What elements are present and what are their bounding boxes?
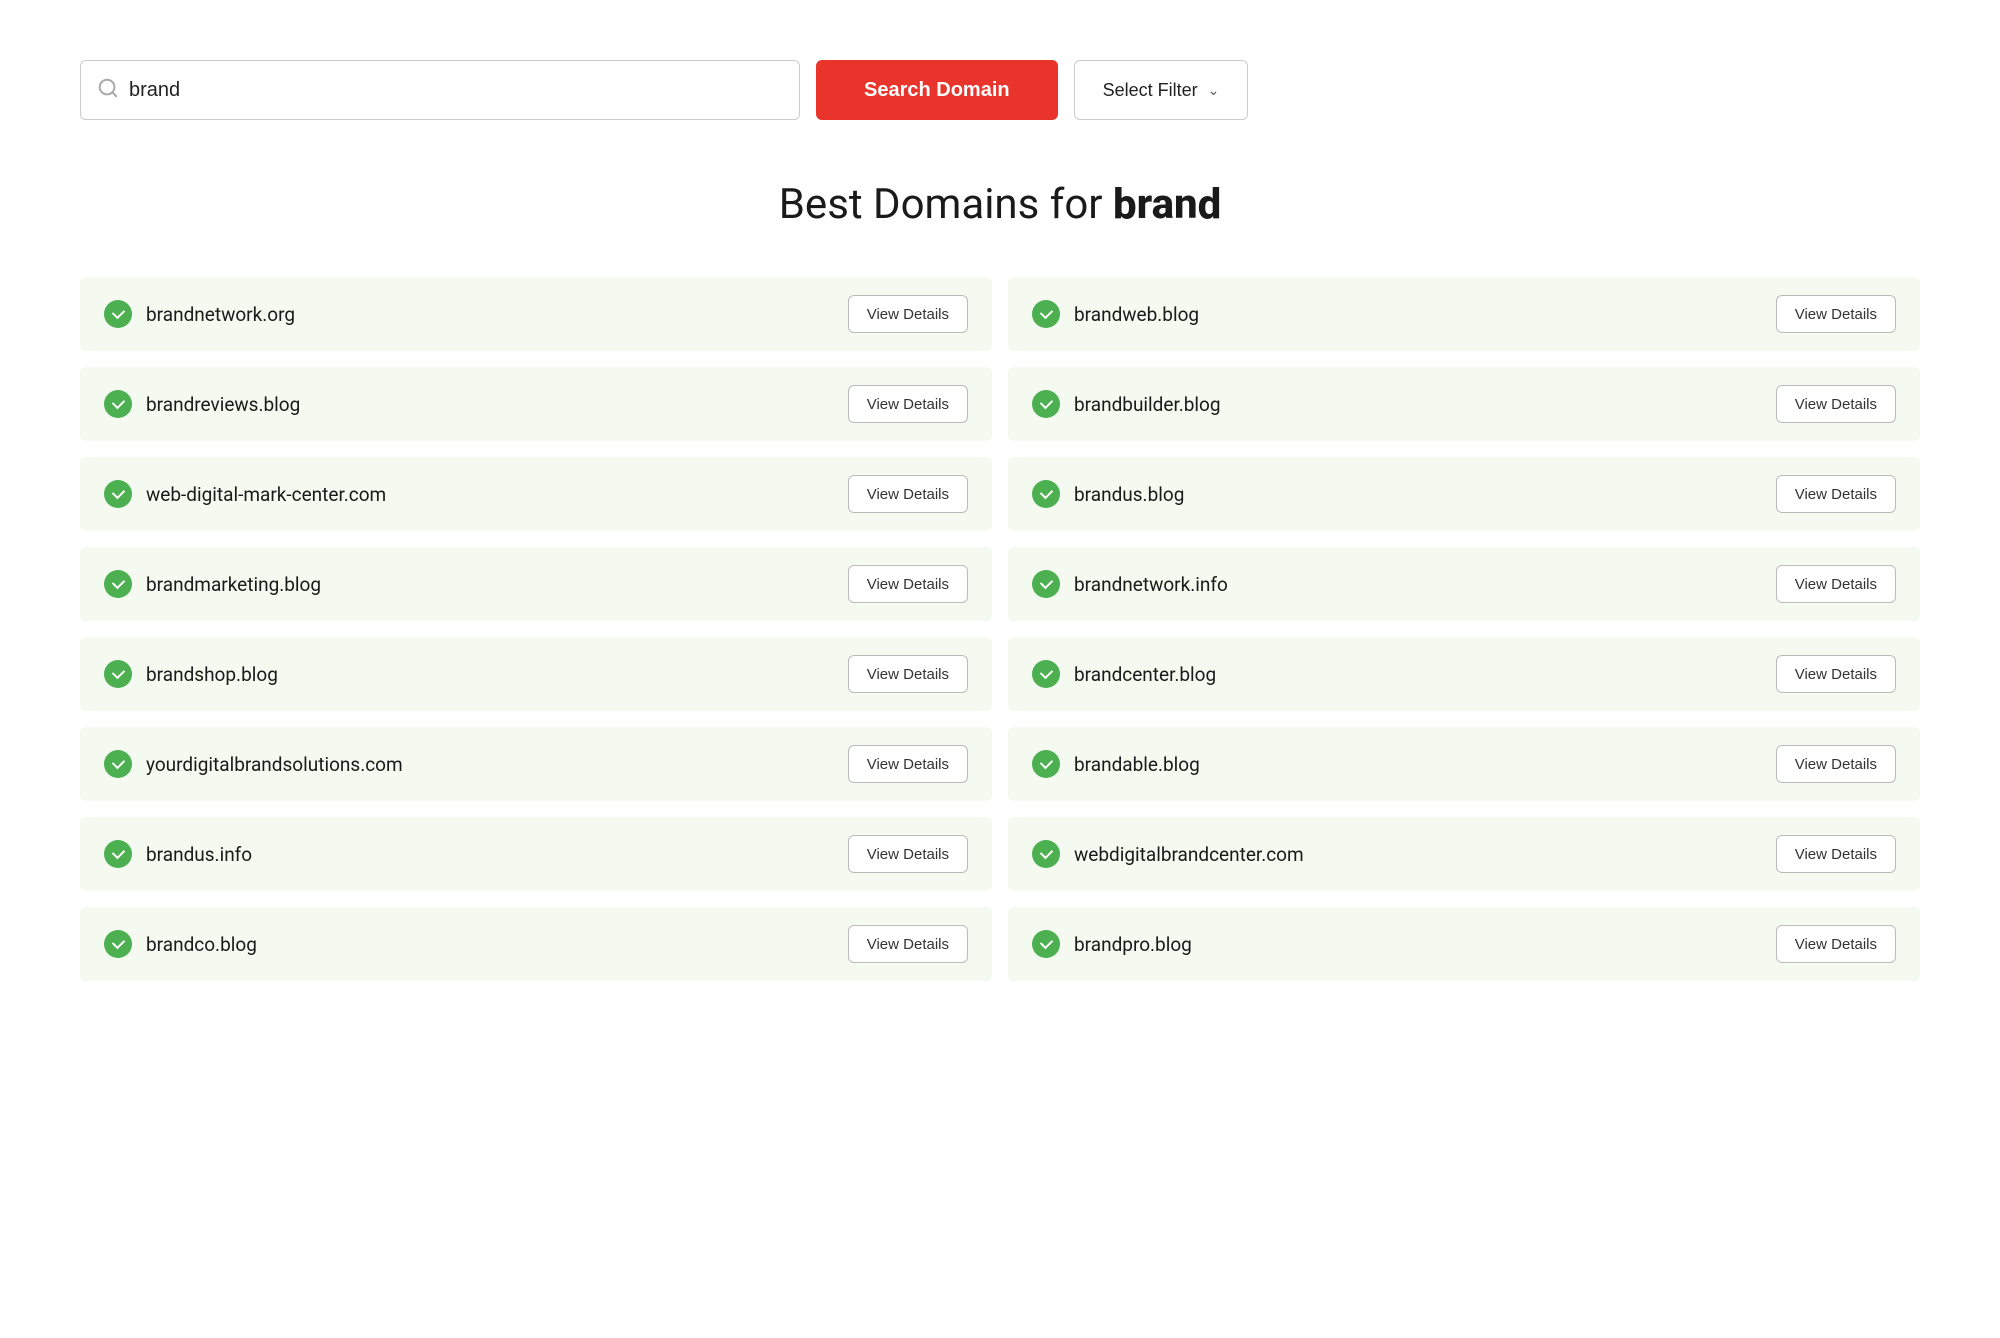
domain-left: brandshop.blog: [104, 660, 278, 688]
domain-row: brandbuilder.blog View Details: [1008, 367, 1920, 441]
domain-row: brandus.blog View Details: [1008, 457, 1920, 531]
domain-name: brandbuilder.blog: [1074, 393, 1221, 416]
search-icon: [97, 77, 119, 103]
domain-left: web-digital-mark-center.com: [104, 480, 386, 508]
view-details-button[interactable]: View Details: [848, 565, 968, 603]
domain-name: brandweb.blog: [1074, 303, 1199, 326]
available-icon: [104, 480, 132, 508]
view-details-button[interactable]: View Details: [1776, 385, 1896, 423]
available-icon: [1032, 480, 1060, 508]
domain-left: brandable.blog: [1032, 750, 1200, 778]
domain-name: web-digital-mark-center.com: [146, 483, 386, 506]
domain-name: brandcenter.blog: [1074, 663, 1216, 686]
view-details-button[interactable]: View Details: [1776, 295, 1896, 333]
available-icon: [1032, 570, 1060, 598]
domain-name: brandco.blog: [146, 933, 257, 956]
select-filter-button[interactable]: Select Filter ⌄: [1074, 60, 1249, 120]
available-icon: [104, 570, 132, 598]
search-input-wrapper: [80, 60, 800, 120]
domain-row: yourdigitalbrandsolutions.com View Detail…: [80, 727, 992, 801]
view-details-button[interactable]: View Details: [1776, 565, 1896, 603]
domain-row: brandreviews.blog View Details: [80, 367, 992, 441]
available-icon: [104, 930, 132, 958]
domain-name: brandshop.blog: [146, 663, 278, 686]
domain-left: webdigitalbrandcenter.com: [1032, 840, 1304, 868]
view-details-button[interactable]: View Details: [848, 835, 968, 873]
domain-left: brandreviews.blog: [104, 390, 300, 418]
domain-left: brandus.blog: [1032, 480, 1184, 508]
domain-row: brandus.info View Details: [80, 817, 992, 891]
domain-name: yourdigitalbrandsolutions.com: [146, 753, 403, 776]
domain-name: brandpro.blog: [1074, 933, 1192, 956]
view-details-button[interactable]: View Details: [848, 295, 968, 333]
domain-row: brandcenter.blog View Details: [1008, 637, 1920, 711]
domain-name: brandus.blog: [1074, 483, 1184, 506]
chevron-down-icon: ⌄: [1208, 82, 1220, 99]
domain-name: brandnetwork.info: [1074, 573, 1228, 596]
search-input[interactable]: [129, 79, 783, 102]
domain-left: yourdigitalbrandsolutions.com: [104, 750, 403, 778]
domain-row: brandnetwork.org View Details: [80, 277, 992, 351]
domain-name: brandmarketing.blog: [146, 573, 321, 596]
domain-left: brandnetwork.org: [104, 300, 295, 328]
available-icon: [1032, 930, 1060, 958]
domain-name: brandreviews.blog: [146, 393, 300, 416]
domain-row: brandshop.blog View Details: [80, 637, 992, 711]
view-details-button[interactable]: View Details: [848, 655, 968, 693]
domain-row: web-digital-mark-center.com View Details: [80, 457, 992, 531]
available-icon: [104, 390, 132, 418]
domain-row: brandpro.blog View Details: [1008, 907, 1920, 981]
view-details-button[interactable]: View Details: [1776, 475, 1896, 513]
available-icon: [1032, 660, 1060, 688]
domain-left: brandweb.blog: [1032, 300, 1199, 328]
available-icon: [1032, 840, 1060, 868]
heading-prefix: Best Domains for: [779, 180, 1113, 229]
available-icon: [1032, 750, 1060, 778]
domain-row: brandable.blog View Details: [1008, 727, 1920, 801]
available-icon: [1032, 300, 1060, 328]
domain-left: brandnetwork.info: [1032, 570, 1228, 598]
domain-row: brandco.blog View Details: [80, 907, 992, 981]
view-details-button[interactable]: View Details: [1776, 835, 1896, 873]
domain-name: brandable.blog: [1074, 753, 1200, 776]
domain-name: brandus.info: [146, 843, 252, 866]
search-domain-button[interactable]: Search Domain: [816, 60, 1058, 120]
domain-left: brandus.info: [104, 840, 252, 868]
domain-left: brandpro.blog: [1032, 930, 1192, 958]
domain-row: brandmarketing.blog View Details: [80, 547, 992, 621]
view-details-button[interactable]: View Details: [848, 745, 968, 783]
domain-name: webdigitalbrandcenter.com: [1074, 843, 1304, 866]
view-details-button[interactable]: View Details: [848, 925, 968, 963]
search-bar: Search Domain Select Filter ⌄: [80, 60, 1920, 120]
page-heading: Best Domains for brand: [80, 180, 1920, 229]
available-icon: [104, 750, 132, 778]
view-details-button[interactable]: View Details: [1776, 925, 1896, 963]
domain-row: webdigitalbrandcenter.com View Details: [1008, 817, 1920, 891]
view-details-button[interactable]: View Details: [1776, 655, 1896, 693]
domain-row: brandnetwork.info View Details: [1008, 547, 1920, 621]
domain-name: brandnetwork.org: [146, 303, 295, 326]
available-icon: [104, 300, 132, 328]
view-details-button[interactable]: View Details: [848, 385, 968, 423]
view-details-button[interactable]: View Details: [848, 475, 968, 513]
available-icon: [104, 840, 132, 868]
domain-row: brandweb.blog View Details: [1008, 277, 1920, 351]
filter-label: Select Filter: [1103, 80, 1198, 101]
domain-left: brandcenter.blog: [1032, 660, 1216, 688]
domain-left: brandco.blog: [104, 930, 257, 958]
domain-left: brandmarketing.blog: [104, 570, 321, 598]
domain-left: brandbuilder.blog: [1032, 390, 1221, 418]
available-icon: [1032, 390, 1060, 418]
view-details-button[interactable]: View Details: [1776, 745, 1896, 783]
available-icon: [104, 660, 132, 688]
domains-grid: brandnetwork.orgView Detailsbrandweb.blo…: [80, 277, 1920, 981]
heading-keyword: brand: [1113, 180, 1221, 229]
